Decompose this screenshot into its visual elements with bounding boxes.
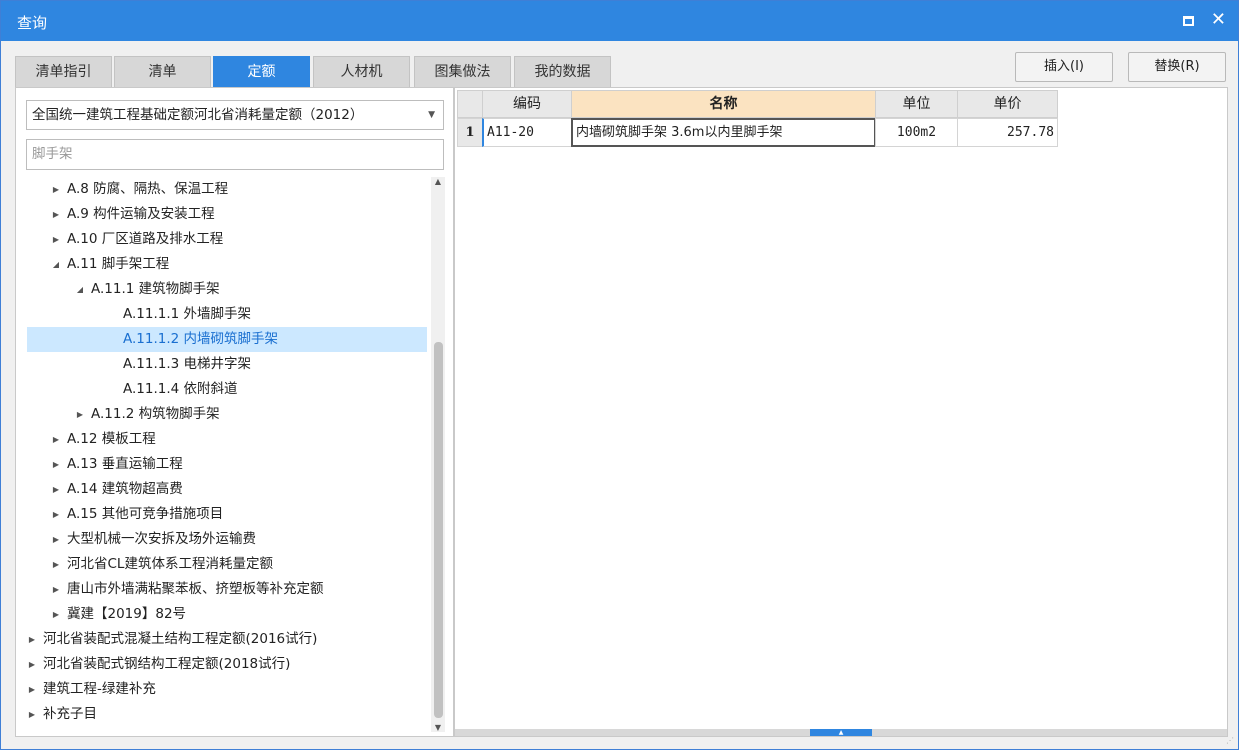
tree-item[interactable]: ▶ A.10 厂区道路及排水工程 [27,227,427,252]
tree-item-label: A.12 模板工程 [67,431,156,447]
cell-name[interactable]: 内墙砌筑脚手架 3.6m以内里脚手架 [571,118,876,147]
close-icon[interactable]: ✕ [1211,9,1226,31]
tree-item-label: A.15 其他可竞争措施项目 [67,506,224,522]
cell-code[interactable]: A11-20 [482,118,572,147]
tab-bill-guide[interactable]: 清单指引 [15,56,112,87]
tree-item-label: A.11.1 建筑物脚手架 [91,281,220,297]
scroll-down-icon[interactable]: ▼ [431,723,445,732]
tree-item[interactable]: ▶ 建筑工程-绿建补充 [27,677,427,702]
tree-item-label: A.8 防腐、隔热、保温工程 [67,181,229,197]
tree-item[interactable]: A.11.1.1 外墙脚手架 [27,302,427,327]
collapsed-arrow-icon[interactable]: ▶ [51,227,61,252]
tree-item[interactable]: ▶ A.15 其他可竞争措施项目 [27,502,427,527]
tab-quota[interactable]: 定额 [213,56,310,87]
row-number[interactable]: 1 [457,118,483,147]
cell-unit[interactable]: 100m2 [875,118,958,147]
tree-item[interactable]: ▶ 河北省CL建筑体系工程消耗量定额 [27,552,427,577]
query-dialog: 查询 ✕ 清单指引 清单 定额 人材机 图集做法 我的数据 插入(I) 替换(R… [0,0,1239,750]
tree-item[interactable]: A.11.1.4 依附斜道 [27,377,427,402]
tab-bill[interactable]: 清单 [114,56,211,87]
tree-item-label: A.9 构件运输及安装工程 [67,206,215,222]
collapsed-arrow-icon[interactable]: ▶ [27,652,37,677]
quota-grid-panel: 编码 名称 单位 单价 1 A11-20 内墙砌筑脚手架 3.6m以内里脚手架 … [454,87,1228,737]
tree-item[interactable]: ▶ A.8 防腐、隔热、保温工程 [27,177,427,202]
quota-library-select[interactable]: 全国统一建筑工程基础定额河北省消耗量定额（2012） ▼ [26,100,444,130]
tree-item-label: 河北省装配式混凝土结构工程定额(2016试行) [43,631,318,647]
collapsed-arrow-icon[interactable]: ▶ [51,552,61,577]
chevron-down-icon[interactable]: ▼ [428,101,435,129]
collapsed-arrow-icon[interactable]: ▶ [27,702,37,727]
tree-scrollbar[interactable]: ▲ ▼ [431,177,445,732]
tree-item[interactable]: ▶ 唐山市外墙满粘聚苯板、挤塑板等补充定额 [27,577,427,602]
title-bar: 查询 ✕ [1,1,1238,41]
tree-item-label: 冀建【2019】82号 [67,606,187,622]
quota-library-value: 全国统一建筑工程基础定额河北省消耗量定额（2012） [32,107,364,123]
expand-toggle-icon[interactable]: ▲ [810,729,872,736]
scroll-thumb[interactable] [434,342,443,718]
tree-item-label: A.11.1.2 内墙砌筑脚手架 [123,331,279,347]
tree-item-label: 唐山市外墙满粘聚苯板、挤塑板等补充定额 [67,581,324,597]
tree-item[interactable]: ▶ A.9 构件运输及安装工程 [27,202,427,227]
column-header-unit[interactable]: 单位 [875,90,958,118]
collapsed-arrow-icon[interactable]: ▶ [51,427,61,452]
tree-item-label: A.11.1.4 依附斜道 [123,381,238,397]
maximize-icon[interactable] [1183,16,1194,26]
collapsed-arrow-icon[interactable]: ▶ [51,452,61,477]
tree-item-label: A.11.1.3 电梯井字架 [123,356,252,372]
cell-price[interactable]: 257.78 [957,118,1058,147]
quota-tree: ▶ A.8 防腐、隔热、保温工程 ▶ A.9 构件运输及安装工程 ▶ A.10 厂区道路及… [16,177,427,735]
column-header-name[interactable]: 名称 [571,90,876,118]
quota-tree-panel: 全国统一建筑工程基础定额河北省消耗量定额（2012） ▼ 脚手架 ▶ A.8 防腐… [15,87,454,737]
tree-item[interactable]: ◢ A.11 脚手架工程 [27,252,427,277]
tree-item[interactable]: ▶ A.13 垂直运输工程 [27,452,427,477]
resize-grip-icon[interactable]: ⋰ [1226,736,1234,745]
tree-item-label: 补充子目 [43,706,97,722]
tree-item-label: A.14 建筑物超高费 [67,481,183,497]
collapsed-arrow-icon[interactable]: ▶ [51,577,61,602]
collapsed-arrow-icon[interactable]: ▶ [51,177,61,202]
tree-item-label: A.10 厂区道路及排水工程 [67,231,224,247]
tab-labor-material-machine[interactable]: 人材机 [313,56,410,87]
tree-item-label: 大型机械一次安拆及场外运输费 [67,531,256,547]
column-header-code[interactable]: 编码 [482,90,572,118]
tree-item[interactable]: ▶ 补充子目 [27,702,427,727]
tree-item[interactable]: ▶ 河北省装配式混凝土结构工程定额(2016试行) [27,627,427,652]
tree-item[interactable]: ▶ 冀建【2019】82号 [27,602,427,627]
tree-item[interactable]: ▶ A.14 建筑物超高费 [27,477,427,502]
tree-item[interactable]: ◢ A.11.1 建筑物脚手架 [27,277,427,302]
tab-my-data[interactable]: 我的数据 [514,56,611,87]
tree-item-label: 河北省装配式钢结构工程定额(2018试行) [43,656,291,672]
collapsed-arrow-icon[interactable]: ▶ [27,677,37,702]
expanded-arrow-icon[interactable]: ◢ [75,277,85,302]
tree-item[interactable]: ▶ 大型机械一次安拆及场外运输费 [27,527,427,552]
scroll-up-icon[interactable]: ▲ [431,177,445,186]
replace-button[interactable]: 替换(R) [1128,52,1226,82]
collapsed-arrow-icon[interactable]: ▶ [51,527,61,552]
tree-item-label: A.11.2 构筑物脚手架 [91,406,220,422]
grid-corner [457,90,483,118]
insert-button[interactable]: 插入(I) [1015,52,1113,82]
search-input[interactable]: 脚手架 [26,139,444,170]
tree-item[interactable]: A.11.1.2 内墙砌筑脚手架 [27,327,427,352]
tree-item-label: A.11 脚手架工程 [67,256,170,272]
collapsed-arrow-icon[interactable]: ▶ [27,627,37,652]
tree-item-label: 河北省CL建筑体系工程消耗量定额 [67,556,273,572]
collapsed-arrow-icon[interactable]: ▶ [51,502,61,527]
tree-item[interactable]: ▶ A.11.2 构筑物脚手架 [27,402,427,427]
collapsed-arrow-icon[interactable]: ▶ [51,202,61,227]
collapsed-arrow-icon[interactable]: ▶ [51,477,61,502]
tree-item[interactable]: ▶ 河北省装配式钢结构工程定额(2018试行) [27,652,427,677]
panel-splitter[interactable]: ▲ [455,729,1227,736]
window-title: 查询 [17,14,48,32]
tree-item[interactable]: A.11.1.3 电梯井字架 [27,352,427,377]
tree-item-label: A.13 垂直运输工程 [67,456,183,472]
tree-item-label: 建筑工程-绿建补充 [43,681,156,697]
collapsed-arrow-icon[interactable]: ▶ [75,402,85,427]
tree-item[interactable]: ▶ A.12 模板工程 [27,427,427,452]
expanded-arrow-icon[interactable]: ◢ [51,252,61,277]
tab-atlas-practice[interactable]: 图集做法 [414,56,511,87]
tree-item-label: A.11.1.1 外墙脚手架 [123,306,252,322]
collapsed-arrow-icon[interactable]: ▶ [51,602,61,627]
column-header-price[interactable]: 单价 [957,90,1058,118]
